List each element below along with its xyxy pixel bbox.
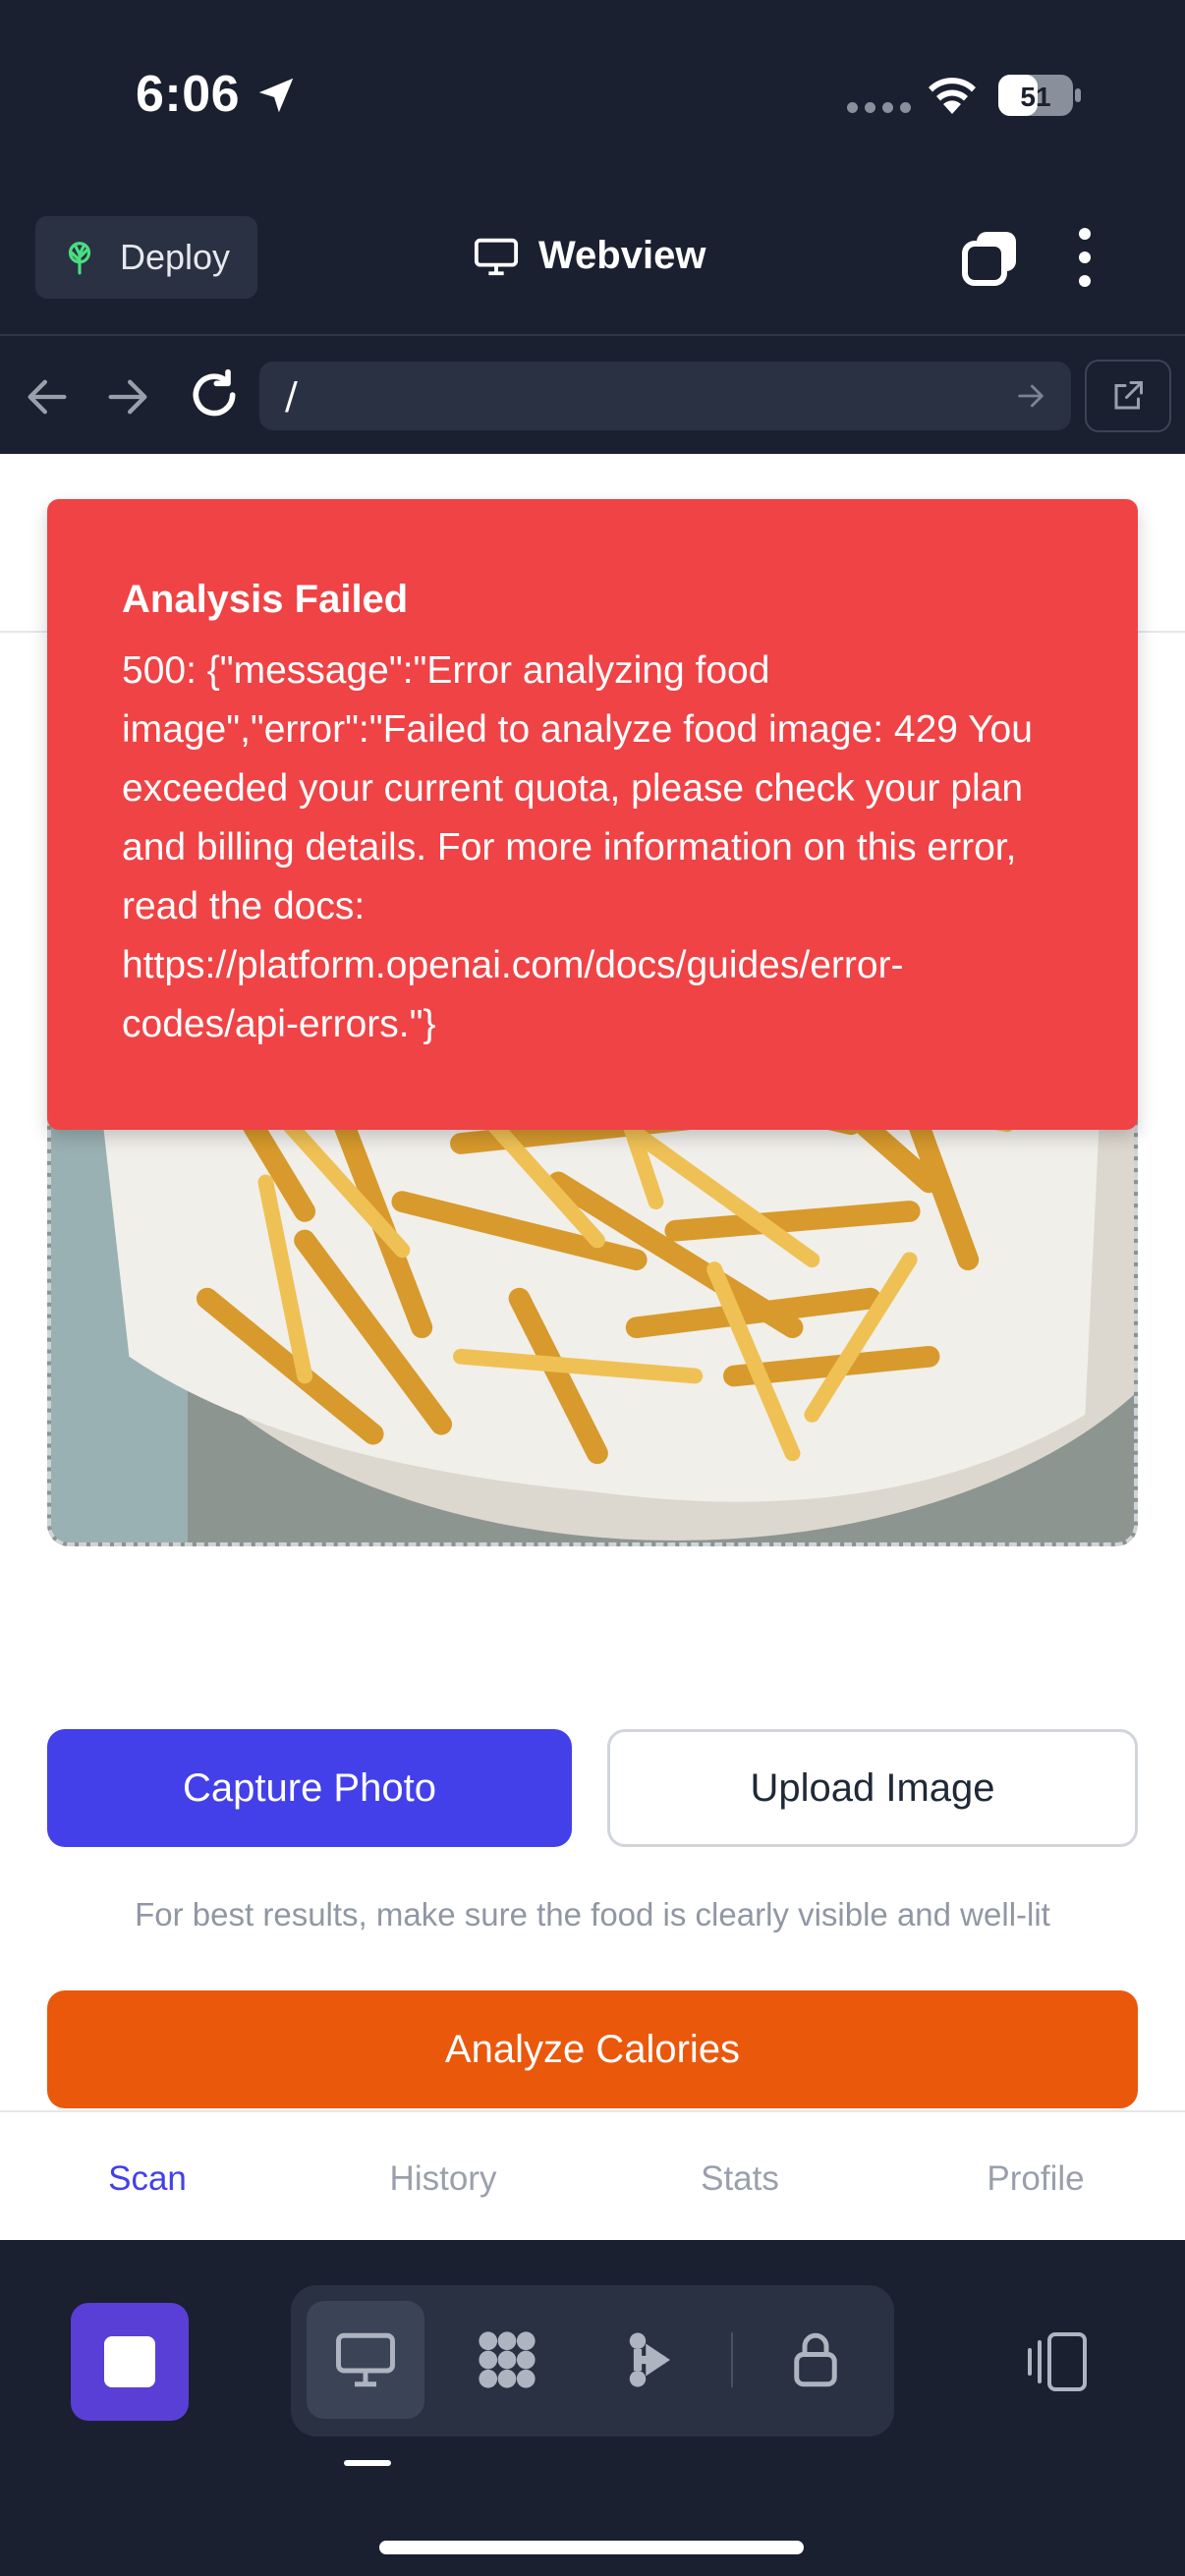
status-bar: 6:06 51: [0, 0, 1185, 196]
device-preview-icon[interactable]: [1020, 2330, 1091, 2393]
deploy-label: Deploy: [120, 237, 231, 277]
nav-tab-profile[interactable]: Profile: [987, 2159, 1084, 2199]
apps-mode-button[interactable]: [448, 2301, 566, 2419]
nav-tab-history[interactable]: History: [390, 2159, 497, 2199]
secrets-button[interactable]: [757, 2301, 875, 2419]
status-time: 6:06: [136, 66, 241, 123]
browser-toolbar: /: [0, 334, 1185, 454]
bottom-nav: Scan History Stats Profile: [0, 2110, 1185, 2240]
upload-image-button[interactable]: Upload Image: [607, 1729, 1138, 1847]
url-input[interactable]: /: [259, 362, 1071, 430]
lock-icon: [794, 2332, 837, 2387]
segment-divider: [731, 2332, 733, 2387]
nav-tab-scan[interactable]: Scan: [108, 2159, 187, 2199]
active-tab-indicator: [344, 2460, 391, 2466]
open-external-button[interactable]: [1085, 360, 1171, 432]
location-arrow-icon: [258, 78, 294, 113]
error-title: Analysis Failed: [122, 578, 409, 621]
view-switcher: [291, 2285, 894, 2436]
wifi-icon: [929, 78, 976, 114]
monitor-icon: [336, 2332, 395, 2387]
flower-grid-icon: [479, 2331, 536, 2388]
stop-icon: [104, 2336, 155, 2387]
nav-tab-stats[interactable]: Stats: [701, 2159, 779, 2199]
deploy-button[interactable]: Deploy: [35, 216, 257, 299]
agent-icon: [629, 2332, 670, 2387]
error-toast[interactable]: Analysis Failed 500: {"message":"Error a…: [47, 499, 1138, 1130]
external-link-icon: [1114, 381, 1143, 410]
stop-button[interactable]: [71, 2303, 189, 2421]
more-menu-icon[interactable]: [1079, 228, 1091, 287]
title-label: Webview: [538, 234, 706, 277]
reload-icon[interactable]: [187, 367, 242, 422]
home-indicator: [379, 2541, 804, 2554]
analyze-calories-button[interactable]: Analyze Calories: [47, 1990, 1138, 2108]
webview-mode-button[interactable]: [307, 2301, 424, 2419]
monitor-icon: [474, 238, 519, 275]
error-message: 500: {"message":"Error analyzing food im…: [122, 649, 1033, 1045]
app-header: Deploy Webview: [0, 208, 1185, 334]
forward-arrow-icon[interactable]: [102, 371, 153, 422]
screen: 6:06 51 Deploy Webview / Capture Photo U…: [0, 0, 1185, 2576]
photo-hint: For best results, make sure the food is …: [135, 1896, 1050, 1932]
bottom-toolbar: [0, 2240, 1185, 2576]
battery-level: 51: [1020, 82, 1050, 112]
cellular-signal-icon: [847, 102, 911, 113]
battery-icon: 51: [998, 75, 1081, 116]
capture-photo-button[interactable]: Capture Photo: [47, 1729, 572, 1847]
url-value: /: [285, 374, 298, 418]
tabs-icon[interactable]: [961, 228, 1020, 287]
page-title: Webview: [474, 234, 705, 278]
deploy-icon: [68, 242, 91, 275]
back-arrow-icon[interactable]: [22, 371, 73, 422]
agent-mode-button[interactable]: [590, 2301, 707, 2419]
go-arrow-icon[interactable]: [1014, 379, 1047, 413]
